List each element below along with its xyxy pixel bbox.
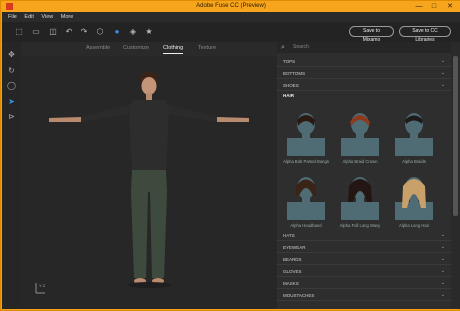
- search-bar[interactable]: ⌕ Search: [277, 42, 451, 53]
- category-label: HATS: [283, 233, 295, 238]
- shield-icon[interactable]: ◈: [128, 27, 138, 37]
- hair-thumbnail: [341, 113, 379, 156]
- category-bottoms[interactable]: BOTTOMS ⌄: [277, 68, 451, 79]
- category-label: BOTTOMS: [283, 71, 306, 76]
- category-gloves[interactable]: GLOVES ⌄: [277, 266, 451, 277]
- light-icon[interactable]: ⊳: [7, 112, 16, 121]
- category-label: BEARDS: [283, 257, 302, 262]
- menu-view[interactable]: View: [41, 14, 53, 20]
- category-label: EYEWEAR: [283, 245, 306, 250]
- category-label: MOUSTACHES: [283, 293, 315, 298]
- undo-icon[interactable]: ↶: [64, 27, 74, 37]
- panel-scrollbar[interactable]: [451, 42, 460, 309]
- category-masks[interactable]: MASKS ⌄: [277, 278, 451, 289]
- rotate-icon[interactable]: ↻: [7, 66, 16, 75]
- category-shoes[interactable]: SHOES ⌄: [277, 80, 451, 91]
- app-window: Adobe Fuse CC (Preview) — □ ✕ File Edit …: [0, 0, 460, 311]
- maximize-button[interactable]: □: [427, 1, 441, 12]
- category-label: TOPS: [283, 59, 296, 64]
- hair-item-label: Alpha Bob Parted Bangs: [283, 159, 329, 164]
- hair-item[interactable]: Alpha Braids: [387, 110, 441, 168]
- category-label: SHOES: [283, 83, 299, 88]
- chevron-down-icon: ⌄: [440, 292, 445, 298]
- hair-thumbnail: [395, 177, 433, 220]
- clothing-panel: ⌕ Search TOPS ⌄ BOTTOMS ⌄ SHOES ⌄ HAIR Alph…: [277, 42, 451, 309]
- scrollbar-thumb[interactable]: [453, 56, 458, 216]
- hair-item-label: Alpha Braids: [402, 159, 426, 164]
- hair-item[interactable]: Alpha Bob Parted Bangs: [279, 110, 333, 168]
- menu-file[interactable]: File: [8, 14, 17, 20]
- search-input[interactable]: Search: [293, 44, 309, 50]
- left-toolbar: ✥ ↻ ◯ ➤ ⊳: [2, 42, 21, 309]
- axis-gizmo: Y Z: [33, 280, 47, 297]
- menu-bar: File Edit View More: [2, 12, 460, 22]
- cube-icon[interactable]: ⬡: [95, 27, 105, 37]
- cc-icon[interactable]: ●: [112, 27, 122, 37]
- hair-heading: HAIR: [283, 93, 294, 98]
- camera-icon[interactable]: ◫: [48, 27, 58, 37]
- title-bar: Adobe Fuse CC (Preview) — □ ✕: [2, 1, 460, 12]
- hair-item-label: Alpha Braid Crown: [342, 159, 378, 164]
- image-icon[interactable]: ▭: [31, 27, 41, 37]
- category-eyewear[interactable]: EYEWEAR ⌄: [277, 242, 451, 253]
- chevron-down-icon: ⌄: [440, 256, 445, 262]
- toolbar: ⬚ ▭ ◫ ↶ ↷ ⬡ ● ◈ ★ Save to Mixamo Save to…: [2, 22, 460, 43]
- hair-item[interactable]: Alpha Long Hair: [387, 174, 441, 232]
- hair-item-label: Alpha Long Hair: [398, 223, 430, 228]
- category-tops[interactable]: TOPS ⌄: [277, 56, 451, 67]
- hair-thumbnail: [287, 113, 325, 156]
- window-title: Adobe Fuse CC (Preview): [196, 3, 266, 9]
- orbit-icon[interactable]: ◯: [7, 81, 16, 90]
- save-to-mixamo-button[interactable]: Save to Mixamo: [349, 26, 394, 43]
- pointer-icon[interactable]: ➤: [7, 97, 16, 106]
- search-icon: ⌕: [281, 44, 285, 51]
- save-to-cc-libraries-button[interactable]: Save to CC Libraries: [399, 26, 451, 43]
- category-label: GLOVES: [283, 269, 302, 274]
- category-label: MASKS: [283, 281, 299, 286]
- chevron-down-icon: ⌄: [440, 280, 445, 286]
- hair-item[interactable]: Alpha Braid Crown: [333, 110, 387, 168]
- menu-edit[interactable]: Edit: [24, 14, 33, 20]
- hair-thumbnail: [395, 113, 433, 156]
- chevron-down-icon: ⌄: [440, 268, 445, 274]
- hair-thumbnail: [341, 177, 379, 220]
- category-hats[interactable]: HATS ⌄: [277, 230, 451, 241]
- category-beards[interactable]: BEARDS ⌄: [277, 254, 451, 265]
- close-button[interactable]: ✕: [443, 1, 457, 12]
- axis-label: Y Z: [39, 283, 46, 288]
- hair-thumbnail: [287, 177, 325, 220]
- 3d-viewport[interactable]: Assemble Customize Clothing Texture Y Z: [21, 42, 277, 309]
- hair-item-label: Alpha Full Long Wavy: [339, 223, 381, 228]
- move-icon[interactable]: ✥: [7, 50, 16, 59]
- chevron-down-icon: ⌄: [440, 70, 445, 76]
- hair-item[interactable]: Alpha Full Long Wavy: [333, 174, 387, 232]
- star-icon[interactable]: ★: [144, 27, 154, 37]
- menu-more[interactable]: More: [61, 14, 74, 20]
- chevron-down-icon: ⌄: [440, 232, 445, 238]
- chevron-down-icon: ⌄: [440, 58, 445, 64]
- minimize-button[interactable]: —: [412, 1, 426, 12]
- redo-icon[interactable]: ↷: [79, 27, 89, 37]
- hair-item-label: Alpha Headband: [290, 223, 322, 228]
- hair-item[interactable]: Alpha Headband: [279, 174, 333, 232]
- chevron-down-icon: ⌄: [440, 244, 445, 250]
- cursor-icon[interactable]: ⬚: [14, 27, 24, 37]
- chevron-down-icon: ⌄: [440, 82, 445, 88]
- category-moustaches[interactable]: MOUSTACHES ⌄: [277, 290, 451, 301]
- character-model[interactable]: [21, 42, 277, 309]
